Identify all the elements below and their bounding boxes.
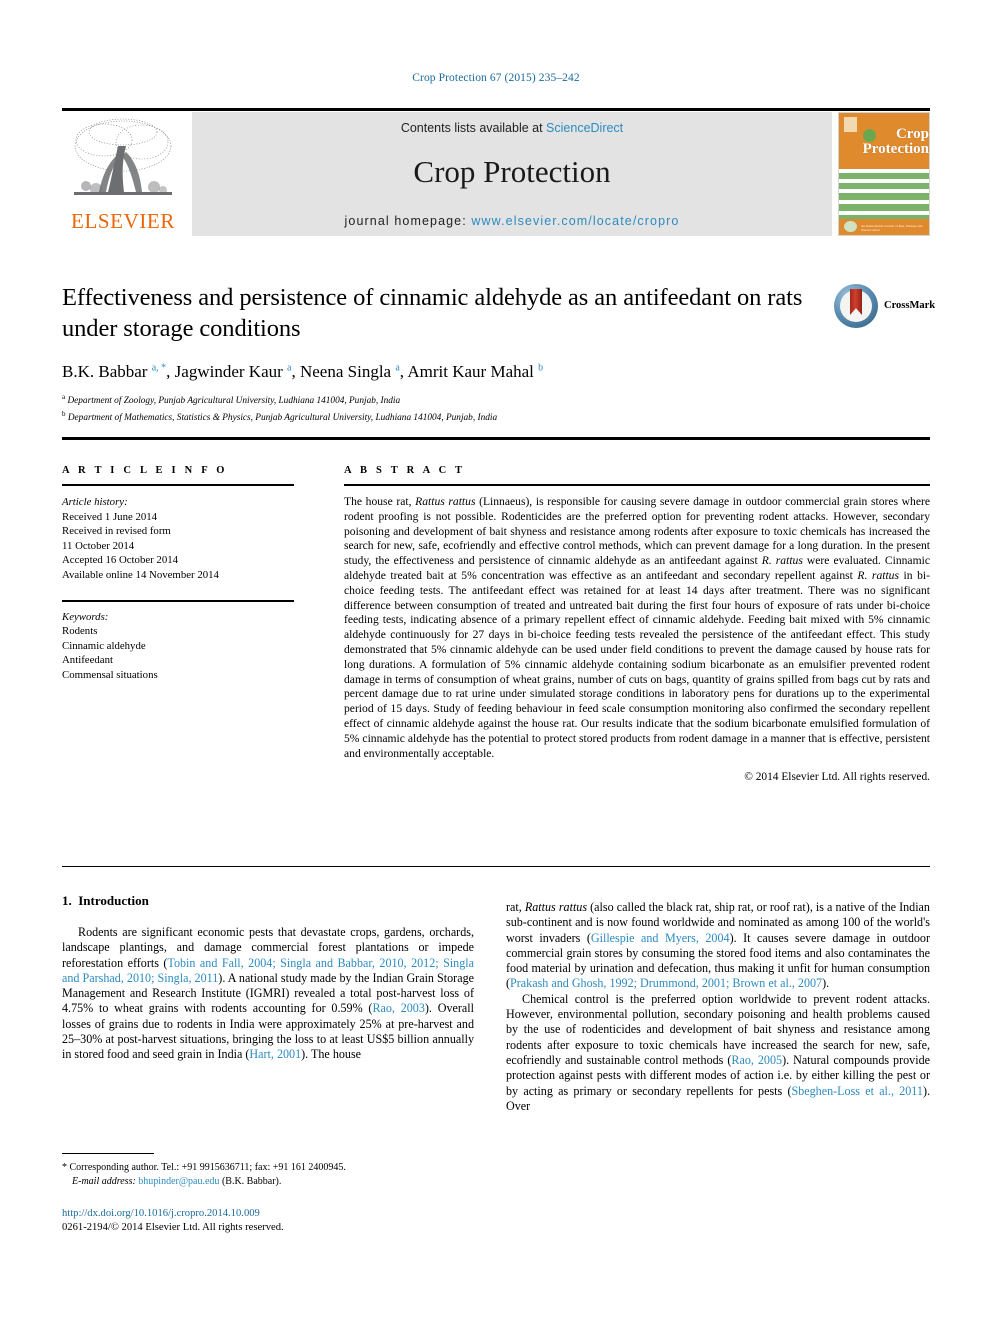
paragraph: rat, Rattus rattus (also called the blac…: [506, 900, 930, 991]
affiliation-a: a Department of Zoology, Punjab Agricult…: [62, 393, 401, 407]
running-head: Crop Protection 67 (2015) 235–242: [412, 72, 580, 84]
affiliations: a Department of Zoology, Punjab Agricult…: [62, 391, 930, 424]
issn-copyright-line: 0261-2194/© 2014 Elsevier Ltd. All right…: [62, 1222, 284, 1233]
keyword-item: Rodents: [62, 625, 98, 638]
info-top-rule: [62, 437, 930, 440]
keywords-label: Keywords:: [62, 610, 109, 623]
history-item: Received in revised form: [62, 525, 171, 538]
paper-page: Crop Protection 67 (2015) 235–242 ELSEVI…: [0, 0, 992, 1323]
homepage-prefix: journal homepage:: [344, 214, 472, 228]
cover-globe-icon: [844, 221, 857, 232]
contents-available-line: Contents lists available at ScienceDirec…: [192, 121, 832, 135]
masthead-top-rule: [62, 108, 930, 111]
cover-title-line2: Protection: [862, 141, 929, 157]
abstract-text: The house rat, Rattus rattus (Linnaeus),…: [344, 495, 930, 760]
section-heading-introduction: 1. Introduction: [62, 893, 149, 909]
history-item: 11 October 2014: [62, 539, 135, 552]
contents-prefix: Contents lists available at: [400, 121, 547, 135]
email-line: E-mail address: bhupinder@pau.edu (B.K. …: [62, 1175, 474, 1189]
journal-masthead: ELSEVIER Contents lists available at Sci…: [62, 112, 930, 236]
article-info-column: A R T I C L E I N F O Article history: R…: [62, 465, 294, 683]
email-link[interactable]: bhupinder@pau.edu: [138, 1176, 219, 1187]
journal-cover-thumbnail: Crop Protection An International Journal…: [838, 112, 930, 236]
paragraph: Chemical control is the preferred option…: [506, 991, 930, 1113]
abstract-divider: [344, 484, 930, 486]
abstract-heading: A B S T R A C T: [344, 465, 466, 476]
affiliation-b: b Department of Mathematics, Statistics …: [62, 409, 498, 423]
abstract-bottom-rule: [62, 866, 930, 867]
paragraph: Rodents are significant economic pests t…: [62, 925, 474, 1062]
sciencedirect-link[interactable]: ScienceDirect: [546, 121, 623, 135]
article-info-divider: [62, 484, 294, 486]
section-number: 1.: [62, 893, 72, 908]
page-title: Effectiveness and persistence of cinnami…: [62, 284, 803, 342]
history-item: Accepted 16 October 2014: [62, 554, 179, 567]
keywords-block: Keywords: Rodents Cinnamic aldehyde Anti…: [62, 599, 294, 683]
cover-footer-note: An International Journal of Pest, Diseas…: [861, 224, 923, 232]
title-block: Effectiveness and persistence of cinnami…: [62, 282, 935, 424]
journal-title: Crop Protection: [413, 154, 611, 189]
article-history: Article history: Received 1 June 2014 Re…: [62, 495, 294, 583]
cover-stripes: [839, 169, 929, 221]
cover-title-line1: Crop: [895, 126, 929, 142]
email-suffix: (B.K. Babbar).: [221, 1175, 282, 1187]
elsevier-wordmark: ELSEVIER: [71, 209, 175, 233]
footnote-rule: [62, 1153, 154, 1154]
crossmark-disc-icon: [834, 284, 878, 328]
journal-homepage-link[interactable]: www.elsevier.com/locate/cropro: [471, 214, 679, 228]
cover-title: Crop Protection: [843, 127, 929, 157]
corresponding-author-footnote: * Corresponding author. Tel.: +91 991563…: [62, 1153, 474, 1188]
crossmark-badge[interactable]: CrossMark: [834, 284, 935, 328]
cover-bottom-panel: An International Journal of Pest, Diseas…: [839, 219, 929, 235]
keyword-item: Cinnamic aldehyde: [62, 639, 146, 652]
keyword-item: Commensal situations: [62, 668, 158, 681]
corresponding-author-line: * Corresponding author. Tel.: +91 991563…: [62, 1162, 346, 1173]
email-label: E-mail address:: [72, 1175, 136, 1187]
abstract-column: A B S T R A C T The house rat, Rattus ra…: [344, 465, 930, 783]
article-history-label: Article history:: [62, 496, 128, 508]
body-column-left: Rodents are significant economic pests t…: [62, 925, 474, 1063]
body-column-right: rat, Rattus rattus (also called the blac…: [506, 900, 930, 1114]
history-item: Received 1 June 2014: [62, 510, 158, 523]
journal-homepage-line: journal homepage: www.elsevier.com/locat…: [192, 214, 832, 228]
doi-link[interactable]: http://dx.doi.org/10.1016/j.cropro.2014.…: [62, 1207, 562, 1221]
elsevier-tree-icon: [74, 118, 172, 195]
elsevier-logo: ELSEVIER: [62, 112, 184, 236]
keyword-item: Antifeedant: [62, 654, 113, 667]
abstract-copyright: © 2014 Elsevier Ltd. All rights reserved…: [744, 771, 930, 784]
section-title: Introduction: [78, 893, 149, 908]
history-item: Available online 14 November 2014: [62, 568, 219, 581]
journal-band: Contents lists available at ScienceDirec…: [192, 112, 832, 236]
author-list: B.K. Babbar a, *, Jagwinder Kaur a, Neen…: [62, 362, 544, 381]
crossmark-label: CrossMark: [884, 300, 936, 311]
article-info-heading: A R T I C L E I N F O: [62, 465, 228, 476]
footer-doi-block: http://dx.doi.org/10.1016/j.cropro.2014.…: [62, 1207, 562, 1235]
keywords-divider: [62, 599, 294, 602]
